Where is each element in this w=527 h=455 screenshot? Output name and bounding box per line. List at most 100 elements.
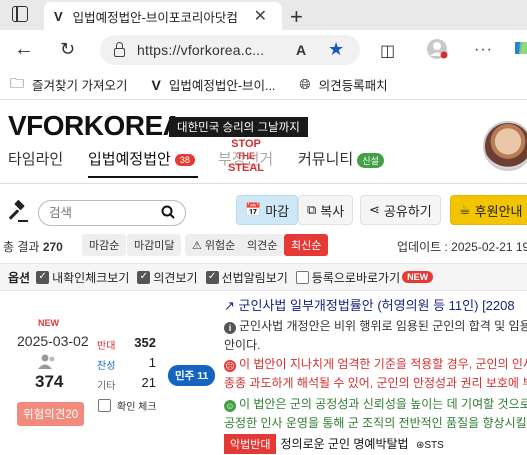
- refresh-icon[interactable]: ↻: [60, 39, 75, 60]
- new-badge: NEW: [402, 271, 434, 283]
- new-badge: 신설: [357, 152, 384, 168]
- more-options-icon[interactable]: ···: [474, 41, 493, 59]
- sort-deadline[interactable]: 마감순: [82, 234, 127, 256]
- nav-timeline[interactable]: 타임라인: [8, 148, 63, 169]
- deadline-button[interactable]: 📅 마감: [236, 195, 299, 225]
- lock-icon: [114, 42, 125, 57]
- checkbox[interactable]: ✓: [205, 270, 219, 284]
- nav-label: 커뮤니티: [298, 151, 354, 168]
- nav-label: 입법예정법안: [88, 151, 171, 168]
- share-icon: ⋖: [369, 202, 380, 217]
- con-text: 종종 과도하게 해석될 수 있어, 군인의 안정성과 권리 보호에 부작: [224, 376, 527, 390]
- sort-opinion[interactable]: 의견순: [240, 234, 285, 256]
- copy-button[interactable]: ⧉ 복사: [298, 195, 354, 225]
- copilot-icon[interactable]: [512, 39, 527, 63]
- v-favicon-icon: V: [54, 8, 63, 24]
- opinion-count: 374: [35, 372, 64, 391]
- party-badge: 민주 11: [168, 365, 216, 386]
- checkbox[interactable]: [295, 270, 309, 284]
- agree-count: 1: [148, 355, 156, 370]
- nav-label: 타임라인: [8, 151, 64, 168]
- confirm-check[interactable]: 확인 체크: [98, 398, 157, 413]
- total-results: 총 결과 270: [3, 238, 63, 255]
- tab-actions-icon[interactable]: [12, 6, 28, 22]
- bill-title: 군인사법 일부개정법률안 (허영의원 등 11인) [2208: [238, 298, 515, 313]
- option-label: 의견보기: [153, 270, 198, 285]
- option-opinion[interactable]: ✓ 의견보기: [137, 269, 198, 286]
- bookmark-opinion-patch[interactable]: 🌐︎ 의견등록패치: [299, 75, 387, 94]
- risk-opinion-badge[interactable]: 위험의견20: [17, 402, 85, 426]
- support-button[interactable]: ☕ 후원안내: [450, 195, 527, 225]
- bookmark-vforkorea[interactable]: V 입법예정법안-브이...: [151, 75, 275, 94]
- browser-tab[interactable]: V 입법예정법안-브이포코리아닷컴 ✕: [44, 2, 282, 30]
- nav-community[interactable]: 커뮤니티 신설: [298, 148, 384, 169]
- active-tab-underline: [88, 176, 198, 178]
- nav-upcoming-bills[interactable]: 입법예정법안 38: [88, 148, 195, 169]
- options-label: 옵션: [8, 270, 31, 285]
- button-label: 복사: [320, 203, 345, 219]
- new-tab-button[interactable]: +: [290, 4, 303, 30]
- gavel-icon: [6, 200, 30, 230]
- other-label: 기타: [97, 381, 116, 392]
- calendar-icon: 📅: [245, 202, 262, 217]
- site-slogan: 대한민국 승리의 그날까지: [169, 117, 308, 137]
- url-text: https://vforkorea.c...: [137, 42, 265, 58]
- option-label: 선법알림보기: [221, 270, 288, 285]
- pro-opinion: 공정한 인사 운영을 통해 군 조직의 전반적인 품질을 향상시킬 수: [224, 414, 527, 431]
- checkbox[interactable]: [98, 399, 111, 412]
- address-bar[interactable]: https://vforkorea.c...: [100, 35, 360, 65]
- sort-latest[interactable]: 최신순: [284, 234, 329, 256]
- option-bill-alert[interactable]: ✓ 선법알림보기: [205, 269, 288, 286]
- favorite-star-icon[interactable]: ★: [328, 39, 344, 60]
- split-screen-icon[interactable]: ◫: [380, 41, 395, 61]
- bill-details: ↗ 군인사법 일부개정법률안 (허영의원 등 11인) [2208 i 군인사법 …: [224, 293, 527, 455]
- site-logo[interactable]: VFORKOREA: [8, 110, 183, 142]
- agree-label: 찬성: [97, 361, 116, 372]
- bill-title-link[interactable]: ↗ 군인사법 일부개정법률안 (허영의원 등 11인) [2208: [224, 295, 515, 314]
- button-label: 후원안내: [474, 203, 523, 219]
- stop-line: STOP: [231, 138, 261, 150]
- con-opinion: 종종 과도하게 해석될 수 있어, 군인의 안정성과 권리 보호에 부작: [224, 374, 527, 391]
- checkbox[interactable]: ✓: [137, 270, 151, 284]
- bill-count-badge: 38: [174, 154, 195, 167]
- check-label: 확인 체크: [117, 402, 157, 413]
- checkbox[interactable]: ✓: [36, 270, 50, 284]
- sort-risk[interactable]: ⚠ 위험순: [185, 234, 243, 256]
- pro-opinion: ☺ 이 법안은 군의 공정성과 신뢰성을 높이는 데 기여할 것으로: [224, 395, 527, 412]
- new-tag: NEW: [38, 318, 59, 328]
- smile-face-icon: ☺: [224, 400, 236, 412]
- coffee-icon: ☕: [459, 202, 471, 217]
- summary-line: 안이다.: [224, 336, 260, 353]
- oppose-count: 352: [134, 335, 156, 350]
- con-text: 이 법안이 지나치게 엄격한 기준을 적용할 경우, 군인의 인사: [239, 357, 527, 371]
- con-opinion: ☹ 이 법안이 지나치게 엄격한 기준을 적용할 경우, 군인의 인사: [224, 355, 527, 372]
- user-avatar[interactable]: [483, 121, 527, 171]
- tab-title: 입법예정법안-브이포코리아닷컴: [72, 10, 238, 25]
- bad-law-text: 정의로운 군인 명예박탈법: [280, 437, 409, 451]
- pro-text: 이 법안은 군의 공정성과 신뢰성을 높이는 데 기여할 것으로: [239, 397, 527, 411]
- update-time: 업데이트 : 2025-02-21 19:0: [397, 240, 527, 254]
- angry-face-icon: ☹: [224, 360, 236, 372]
- header-divider: [0, 183, 527, 184]
- folder-icon: 🗀: [10, 74, 24, 91]
- bookmark-import[interactable]: 🗀 즐겨찾기 가져오기: [10, 73, 127, 97]
- sort-under-deadline[interactable]: 마감미달: [127, 234, 182, 256]
- share-button[interactable]: ⋖ 공유하기: [360, 195, 441, 225]
- button-label: 마감: [265, 203, 290, 219]
- stop-the-steal-logo[interactable]: STOP THE STEAL: [226, 138, 266, 174]
- pro-text: 공정한 인사 운영을 통해 군 조직의 전반적인 품질을 향상시킬 수: [224, 416, 527, 430]
- external-link-icon: ↗: [224, 298, 235, 313]
- profile-icon[interactable]: [426, 38, 448, 66]
- oppose-label: 반대: [97, 341, 116, 352]
- bookmarks-bar: 🗀 즐겨찾기 가져오기 V 입법예정법안-브이... 🌐︎ 의견등록패치: [0, 70, 527, 100]
- summary-text: 군인사법 개정안은 비위 행위로 임용된 군인의 합격 및 임용: [239, 319, 527, 333]
- option-my-check[interactable]: ✓ 내확인체크보기: [36, 269, 129, 286]
- option-direct-register[interactable]: 등록으로바로가기 NEW: [295, 269, 434, 286]
- search-input[interactable]: [49, 206, 149, 220]
- read-aloud-icon[interactable]: A: [296, 42, 306, 58]
- back-arrow-icon[interactable]: ←: [14, 38, 34, 61]
- close-tab-icon[interactable]: ✕: [254, 6, 267, 26]
- search-icon[interactable]: [161, 205, 175, 222]
- bookmark-label: 즐겨찾기 가져오기: [32, 79, 128, 93]
- search-box[interactable]: [38, 200, 186, 226]
